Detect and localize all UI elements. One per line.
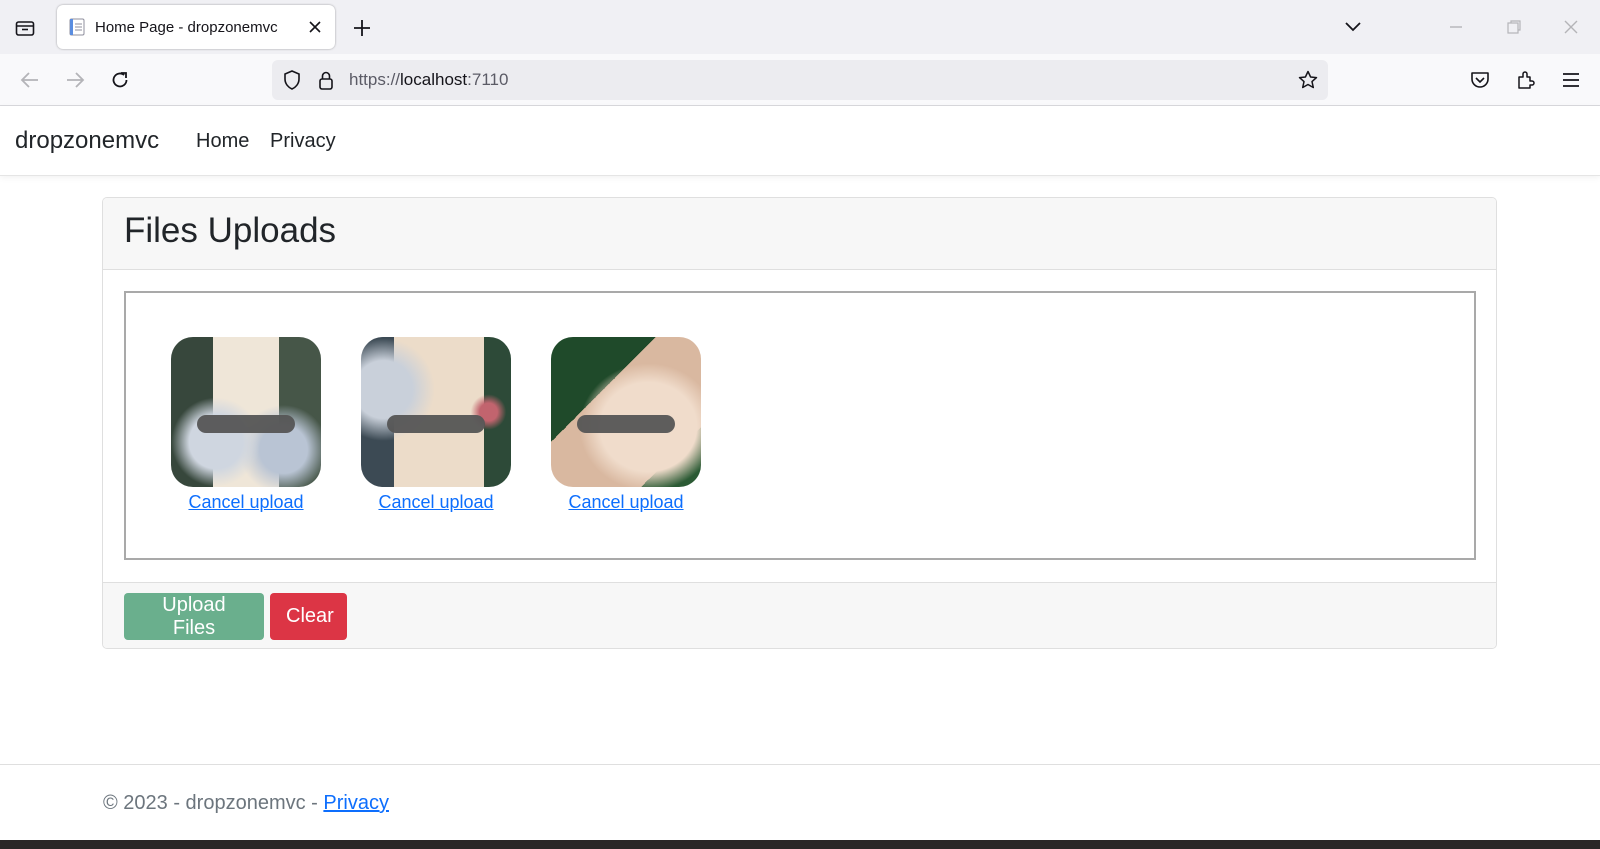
list-all-tabs-chevron-down-icon[interactable] — [1342, 16, 1364, 38]
site-navbar: dropzonemvc Home Privacy — [0, 106, 1600, 176]
cancel-upload-link[interactable]: Cancel upload — [551, 492, 701, 513]
footer-privacy-link[interactable]: Privacy — [323, 792, 389, 814]
app-menu-hamburger-icon[interactable] — [1558, 67, 1584, 93]
card-footer: Upload Files Clear — [103, 582, 1496, 648]
nav-link-home[interactable]: Home — [196, 130, 249, 153]
card-header: Files Uploads — [103, 198, 1496, 270]
extensions-puzzle-icon[interactable] — [1513, 67, 1539, 93]
close-window-icon[interactable] — [1559, 15, 1583, 39]
lock-icon[interactable] — [316, 70, 336, 90]
browser-tab-bar: Home Page - dropzonemvc — [0, 0, 1600, 54]
brand-link[interactable]: dropzonemvc — [15, 127, 159, 155]
tracking-protection-shield-icon[interactable] — [282, 70, 302, 90]
tab-overview-icon[interactable] — [12, 15, 38, 41]
pocket-icon[interactable] — [1467, 67, 1493, 93]
taskbar-edge — [0, 840, 1600, 849]
minimize-window-icon[interactable] — [1444, 15, 1468, 39]
back-arrow-icon[interactable] — [17, 67, 43, 93]
file-preview: Cancel upload — [361, 337, 511, 513]
cancel-upload-link[interactable]: Cancel upload — [361, 492, 511, 513]
new-tab-icon[interactable] — [351, 17, 373, 39]
browser-tab-active[interactable]: Home Page - dropzonemvc — [57, 5, 335, 49]
upload-progress-bar — [387, 415, 485, 433]
footer-copyright: © 2023 - dropzonemvc - Privacy — [103, 792, 389, 814]
cancel-upload-link[interactable]: Cancel upload — [171, 492, 321, 513]
clear-button[interactable]: Clear — [270, 593, 347, 640]
upload-progress-bar — [197, 415, 295, 433]
url-text: https://localhost:7110 — [349, 70, 509, 89]
page-favicon-icon — [69, 18, 87, 36]
file-preview: Cancel upload — [551, 337, 701, 513]
dropzone-area[interactable]: Cancel upload Cancel upload Cancel uploa… — [124, 291, 1476, 560]
browser-nav-bar: https://localhost:7110 — [0, 54, 1600, 106]
address-bar[interactable]: https://localhost:7110 — [272, 60, 1328, 100]
upload-progress-bar — [577, 415, 675, 433]
file-preview: Cancel upload — [171, 337, 321, 513]
page-title: Files Uploads — [124, 211, 337, 250]
reload-icon[interactable] — [107, 67, 133, 93]
site-footer: © 2023 - dropzonemvc - Privacy — [0, 764, 1600, 840]
close-tab-icon[interactable] — [305, 17, 325, 37]
upload-files-button[interactable]: Upload Files — [124, 593, 264, 640]
restore-window-icon[interactable] — [1502, 15, 1526, 39]
photo-thumbnail — [171, 337, 321, 487]
nav-link-privacy[interactable]: Privacy — [270, 130, 336, 153]
bookmark-star-icon[interactable] — [1298, 70, 1318, 90]
photo-thumbnail — [551, 337, 701, 487]
upload-card: Files Uploads Cancel upload Cancel uploa… — [102, 197, 1497, 649]
tab-title: Home Page - dropzonemvc — [95, 18, 278, 36]
photo-thumbnail — [361, 337, 511, 487]
forward-arrow-icon[interactable] — [62, 67, 88, 93]
